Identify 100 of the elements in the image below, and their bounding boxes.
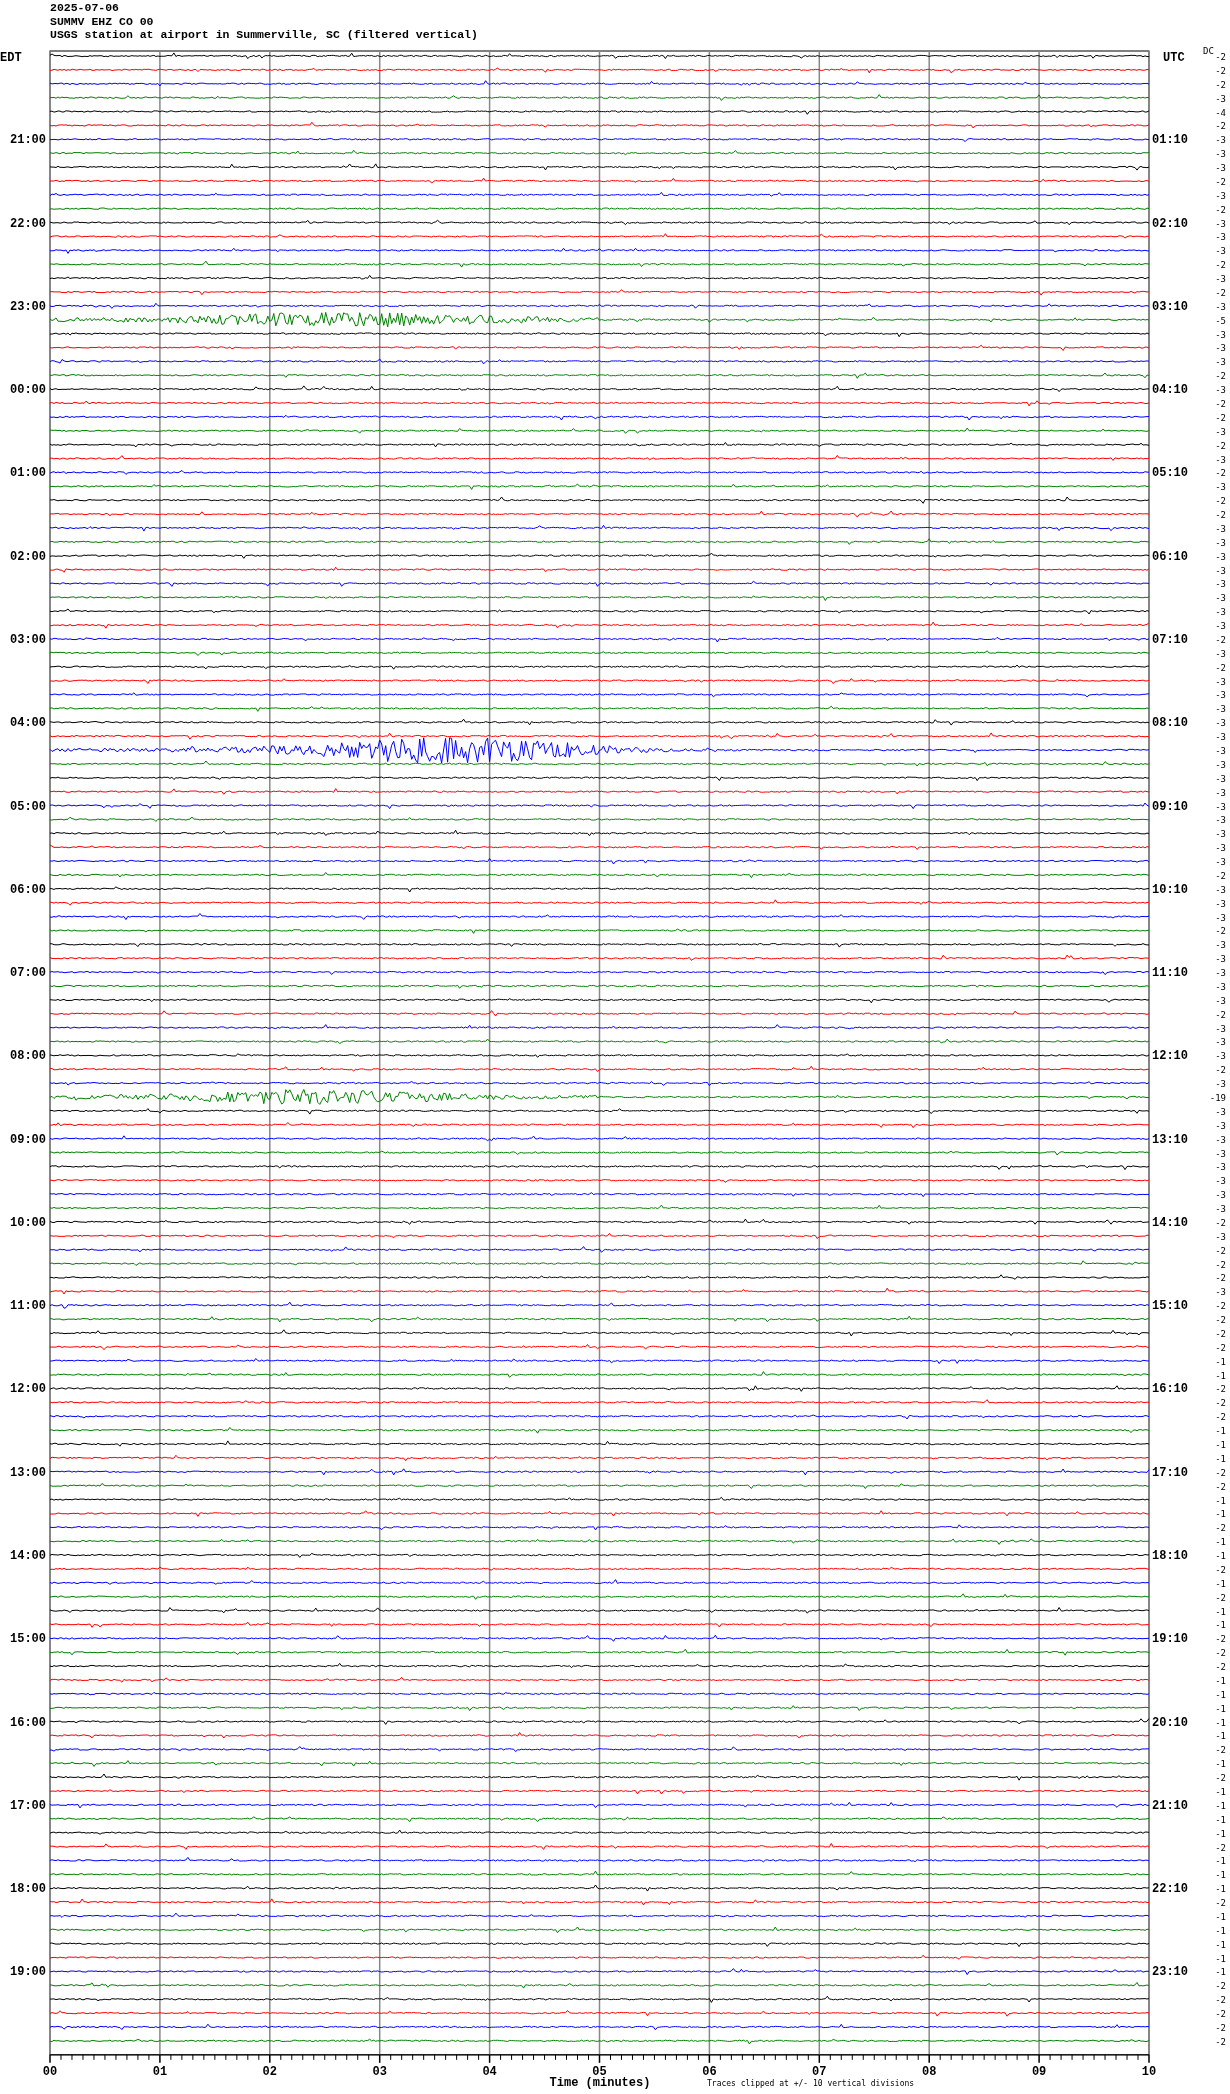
hour-label: 00:00: [10, 383, 46, 398]
hour-label: 16:00: [10, 1715, 46, 1730]
hour-label: 22:00: [10, 216, 46, 231]
dc-offset-value: -1: [1215, 1620, 1226, 1631]
dc-offset-value: -3: [1215, 343, 1226, 354]
hour-label: 10:10: [1152, 882, 1188, 897]
dc-offset-value: -1: [1215, 1426, 1226, 1437]
hour-label: 18:00: [10, 1882, 46, 1897]
dc-offset-value: -3: [1215, 1148, 1226, 1159]
dc-offset-value: -2: [1215, 1273, 1226, 1284]
dc-offset-value: -3: [1215, 274, 1226, 285]
hour-label: 04:10: [1152, 383, 1188, 398]
hour-label: 21:10: [1152, 1798, 1188, 1813]
dc-offset-value: -1: [1215, 1453, 1226, 1464]
dc-offset-value: -2: [1215, 634, 1226, 645]
dc-offset-value: -2: [1215, 1315, 1226, 1326]
hour-label: 13:00: [10, 1465, 46, 1480]
dc-offset-value: -3: [1215, 93, 1226, 104]
dc-offset-value: -1: [1215, 1731, 1226, 1742]
axis-tick-label: 02: [262, 2064, 277, 2079]
dc-offset-value: -2: [1215, 65, 1226, 76]
dc-offset-value: -1: [1215, 1939, 1226, 1950]
dc-offset-value: -3: [1215, 1106, 1226, 1117]
dc-offset-value: -3: [1215, 1120, 1226, 1131]
dc-offset-value: -4: [1215, 107, 1226, 118]
dc-offset-value: -3: [1215, 301, 1226, 312]
dc-offset-value: -3: [1215, 732, 1226, 743]
hour-label: 18:10: [1152, 1549, 1188, 1564]
dc-offset-value: -2: [1215, 1648, 1226, 1659]
dc-offset-value: -3: [1215, 759, 1226, 770]
dc-offset-value: -2: [1215, 399, 1226, 409]
dc-offset-value: -3: [1215, 232, 1226, 243]
dc-offset-value: -3: [1215, 954, 1226, 965]
dc-offset-value: -3: [1215, 787, 1226, 798]
hour-label: 01:10: [1152, 133, 1188, 148]
dc-offset-value: -3: [1215, 718, 1226, 729]
hour-label: 05:00: [10, 799, 46, 814]
dc-offset-value: -1: [1215, 1800, 1226, 1811]
dc-offset-value: -1: [1215, 1675, 1226, 1686]
dc-offset-value: -1: [1215, 1356, 1226, 1367]
dc-offset-value: -3: [1215, 385, 1226, 396]
dc-offset-value: -3: [1215, 898, 1226, 909]
hour-label: 21:00: [10, 133, 46, 148]
dc-offset-value: -2: [1215, 468, 1226, 479]
dc-offset-value: -3: [1215, 648, 1226, 659]
dc-offset-value: -1: [1215, 1551, 1226, 1562]
dc-offset-value: -3: [1215, 690, 1226, 701]
dc-offset-value: -19: [1209, 1093, 1226, 1103]
dc-offset-value: -2: [1215, 2009, 1226, 2020]
hour-label: 19:00: [10, 1965, 46, 1980]
dc-offset-value: -3: [1215, 454, 1226, 465]
dc-offset-value: -1: [1215, 1495, 1226, 1506]
dc-offset-value: -2: [1215, 496, 1226, 507]
dc-offset-value: -1: [1215, 1689, 1226, 1700]
hour-label: 15:10: [1152, 1299, 1188, 1314]
axis-tick-label: 09: [1031, 2064, 1047, 2079]
hour-label: 01:00: [10, 466, 46, 481]
station-description: USGS station at airport in Summerville, SC (filtered vertical): [50, 28, 478, 42]
dc-offset-value: -2: [1215, 1259, 1226, 1270]
hour-label: 14:00: [10, 1549, 46, 1564]
hour-label: 07:00: [10, 966, 46, 981]
dc-offset-value: -3: [1215, 163, 1226, 174]
hour-label: 12:10: [1152, 1049, 1188, 1064]
dc-offset-value: -1: [1215, 1925, 1226, 1936]
hour-label: 03:10: [1152, 299, 1188, 314]
dc-offset-value: -3: [1215, 426, 1226, 437]
dc-offset-value: -3: [1215, 135, 1226, 146]
dc-offset-value: -2: [1215, 1981, 1226, 1992]
dc-offset-value: -2: [1215, 1065, 1226, 1076]
dc-offset-value: -1: [1215, 1717, 1226, 1728]
hour-label: 19:10: [1152, 1632, 1188, 1647]
dc-offset-value: -2: [1215, 1245, 1226, 1256]
dc-offset-value: -1: [1215, 1911, 1226, 1922]
axis-tick-label: 07: [812, 2064, 827, 2079]
dc-offset-value: -1: [1215, 1509, 1226, 1520]
dc-offset-value: -3: [1215, 246, 1226, 257]
dc-offset-value: -2: [1215, 1898, 1226, 1909]
dc-offset-value: -3: [1215, 940, 1226, 951]
dc-offset-value: -3: [1215, 1176, 1226, 1187]
dc-offset-value: -3: [1215, 621, 1226, 632]
dc-offset-value: -2: [1215, 1745, 1226, 1756]
axis-tick-label: 01: [152, 2064, 168, 2079]
dc-offset-value: -2: [1215, 287, 1226, 298]
hour-label: 04:00: [10, 716, 46, 731]
hour-label: 10:00: [10, 1215, 46, 1230]
hour-label: 08:00: [10, 1049, 46, 1064]
dc-offset-value: -1: [1215, 1578, 1226, 1589]
dc-offset-value: -2: [1215, 1481, 1226, 1492]
dc-offset-value: -3: [1215, 884, 1226, 895]
dc-offset-value: -2: [1215, 1773, 1226, 1784]
hour-label: 15:00: [10, 1632, 46, 1647]
dc-offset-value: -3: [1215, 1037, 1226, 1048]
dc-offset-value: -2: [1215, 1384, 1226, 1395]
dc-offset-value: -1: [1215, 1856, 1226, 1867]
dc-offset-value: -2: [1215, 2036, 1226, 2047]
dc-offset-value: -3: [1215, 968, 1226, 979]
dc-offset-value: -1: [1215, 1884, 1226, 1895]
dc-offset-value: -3: [1215, 607, 1226, 618]
dc-offset-value: -3: [1215, 1287, 1226, 1298]
dc-offset-value: -3: [1215, 1190, 1226, 1201]
